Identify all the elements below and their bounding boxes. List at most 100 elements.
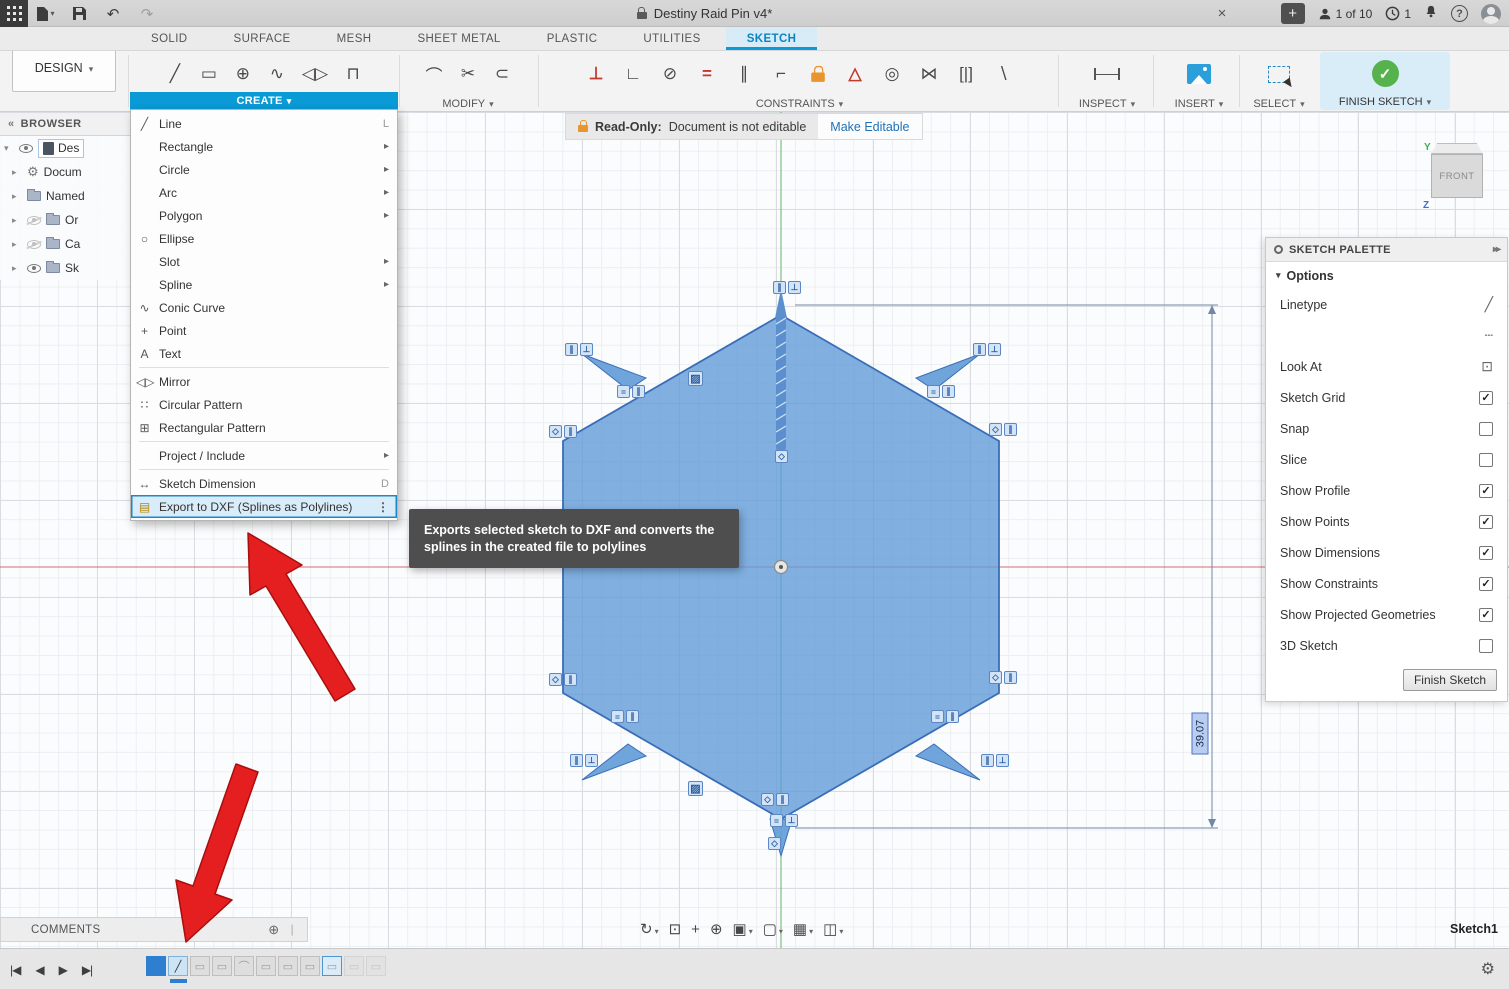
fix-icon[interactable]: △ [846, 64, 864, 84]
dimension-value-label[interactable]: 39.07 [1192, 713, 1209, 755]
constraint-badge[interactable]: ∥ [564, 673, 577, 686]
menu-item-ellipse[interactable]: ○Ellipse [131, 227, 397, 250]
timeline-feature-tile[interactable]: ▭ [366, 956, 386, 976]
menu-item-line[interactable]: ╱LineL [131, 112, 397, 135]
tangent-icon[interactable]: ⊘ [661, 64, 679, 84]
sketch-palette-header[interactable]: SKETCH PALETTE [1266, 238, 1507, 262]
symmetry-icon[interactable]: ⋈ [920, 64, 938, 84]
menu-item-export-to-dxf-splines-as-polylines[interactable]: ▤Export to DXF (Splines as Polylines)⋮ [131, 495, 397, 518]
tab-surface[interactable]: SURFACE [213, 27, 312, 50]
constraint-badge[interactable]: ∥ [632, 385, 645, 398]
drag-handle-icon[interactable]: ❘ [287, 923, 297, 936]
close-document-icon[interactable]: × [1208, 0, 1236, 27]
browser-item-sk[interactable]: ▸Sk [0, 256, 131, 280]
timeline-end-icon[interactable]: ▶| [82, 963, 92, 977]
collapse-palette-icon[interactable] [1493, 244, 1499, 255]
fix-lock-icon[interactable] [806, 67, 830, 82]
constraints-group-label[interactable]: CONSTRAINTS [542, 95, 1057, 112]
save-icon[interactable] [62, 0, 96, 27]
menu-item-rectangular-pattern[interactable]: ⊞Rectangular Pattern [131, 416, 397, 439]
expander-icon[interactable]: ▾ [4, 143, 14, 154]
constraint-badge[interactable]: ◇ [761, 793, 774, 806]
look-at-icon[interactable]: ⊡ [1481, 358, 1493, 375]
tab-utilities[interactable]: UTILITIES [622, 27, 721, 50]
constraint-badge[interactable]: ⊥ [580, 343, 593, 356]
timeline-feature-tile[interactable]: ▭ [190, 956, 210, 976]
constraint-badge[interactable]: ▨ [688, 781, 703, 796]
expander-icon[interactable]: ▸ [12, 215, 22, 226]
menu-item-polygon[interactable]: Polygon▸ [131, 204, 397, 227]
menu-item-spline[interactable]: Spline▸ [131, 273, 397, 296]
create-menu-header[interactable]: CREATE [130, 92, 398, 109]
constraint-badge[interactable]: ∥ [973, 343, 986, 356]
finish-sketch-group[interactable]: ✓ FINISH SKETCH [1320, 52, 1450, 110]
tab-mesh[interactable]: MESH [316, 27, 393, 50]
linetype-icon[interactable]: ╱ [1485, 296, 1493, 313]
job-status-indicator[interactable]: 1 [1385, 6, 1411, 21]
visibility-eye-icon[interactable] [27, 216, 41, 225]
tab-solid[interactable]: SOLID [130, 27, 209, 50]
timeline-feature-tile[interactable]: ▭ [212, 956, 232, 976]
menu-item-circle[interactable]: Circle▸ [131, 158, 397, 181]
expander-icon[interactable]: ▸ [12, 167, 22, 178]
constraint-badge[interactable]: ∥ [1004, 671, 1017, 684]
constraint-badge[interactable]: ∥ [565, 343, 578, 356]
orbit-icon[interactable]: ↻▾ [640, 920, 659, 938]
constraint-badge[interactable]: ∥ [773, 281, 786, 294]
grid-settings-icon[interactable]: ▦▾ [793, 920, 813, 938]
horizontal-vertical-icon[interactable]: ⊥ [587, 64, 605, 84]
constraint-badge[interactable]: ◇ [989, 423, 1002, 436]
constraint-badge[interactable]: ◇ [549, 673, 562, 686]
more-options-icon[interactable]: ⋮ [377, 500, 389, 514]
comments-bar[interactable]: COMMENTS ⊕ ❘ [0, 917, 308, 942]
perpendicular-icon[interactable]: ∟ [624, 64, 642, 84]
expander-icon[interactable]: ▸ [12, 239, 22, 250]
constraint-badge[interactable]: = [927, 385, 940, 398]
notifications-bell-icon[interactable] [1424, 4, 1438, 24]
constraint-badge[interactable]: ∥ [1004, 423, 1017, 436]
collinear-icon[interactable]: ∖ [994, 64, 1012, 84]
timeline-feature-tile[interactable]: ⌒ [234, 956, 254, 976]
constraint-badge[interactable]: = [611, 710, 624, 723]
constraint-badge[interactable]: ◇ [989, 671, 1002, 684]
constraint-badge[interactable]: ∥ [570, 754, 583, 767]
show-projected-geometries-checkbox[interactable]: ✓ [1479, 608, 1493, 622]
timeline-feature-tile[interactable] [146, 956, 166, 976]
menu-item-conic-curve[interactable]: ∿Conic Curve [131, 296, 397, 319]
constraint-badge[interactable]: ⊥ [996, 754, 1009, 767]
constraint-badge[interactable]: ∥ [626, 710, 639, 723]
measure-icon[interactable] [1094, 68, 1120, 80]
expander-icon[interactable]: ▸ [12, 263, 22, 274]
timeline-position-marker[interactable] [170, 979, 187, 983]
show-profile-checkbox[interactable]: ✓ [1479, 484, 1493, 498]
visibility-eye-icon[interactable] [19, 144, 33, 153]
mirror-icon[interactable]: ◁▷ [302, 64, 328, 84]
browser-item-named[interactable]: ▸Named [0, 184, 131, 208]
tab-sheet-metal[interactable]: SHEET METAL [396, 27, 521, 50]
spline-icon[interactable]: ∿ [268, 64, 286, 84]
pan-icon[interactable]: + [691, 921, 700, 938]
show-dimensions-checkbox[interactable]: ✓ [1479, 546, 1493, 560]
select-group-label[interactable]: SELECT [1243, 95, 1315, 112]
new-tab-button[interactable] [1281, 3, 1305, 24]
constraint-badge[interactable]: ⊥ [585, 754, 598, 767]
constraint-badge[interactable]: ⊥ [988, 343, 1001, 356]
viewcube-top-face[interactable] [1431, 143, 1483, 154]
inspect-group-label[interactable]: INSPECT [1063, 95, 1151, 112]
add-comment-icon[interactable]: ⊕ [268, 922, 279, 938]
viewcube[interactable]: FRONT Y Z [1424, 142, 1494, 212]
constraint-badge[interactable]: = [770, 814, 783, 827]
active-users-indicator[interactable]: 1 of 10 [1318, 7, 1373, 21]
display-settings-icon[interactable]: ▢▾ [763, 920, 783, 938]
timeline-feature-tile[interactable]: ▭ [300, 956, 320, 976]
timeline-settings-gear-icon[interactable]: ⚙ [1481, 959, 1495, 979]
menu-item-mirror[interactable]: ◁▷Mirror [131, 370, 397, 393]
equal-icon[interactable]: = [698, 64, 716, 84]
menu-item-sketch-dimension[interactable]: ↔Sketch DimensionD [131, 472, 397, 495]
menu-item-arc[interactable]: Arc▸ [131, 181, 397, 204]
constraint-badge[interactable]: ◇ [775, 450, 788, 463]
polyline-icon[interactable]: ╱ [166, 64, 184, 84]
circle-icon[interactable]: ⊕ [234, 64, 252, 84]
midpoint-icon[interactable]: [|] [957, 64, 975, 84]
make-editable-link[interactable]: Make Editable [818, 114, 921, 139]
